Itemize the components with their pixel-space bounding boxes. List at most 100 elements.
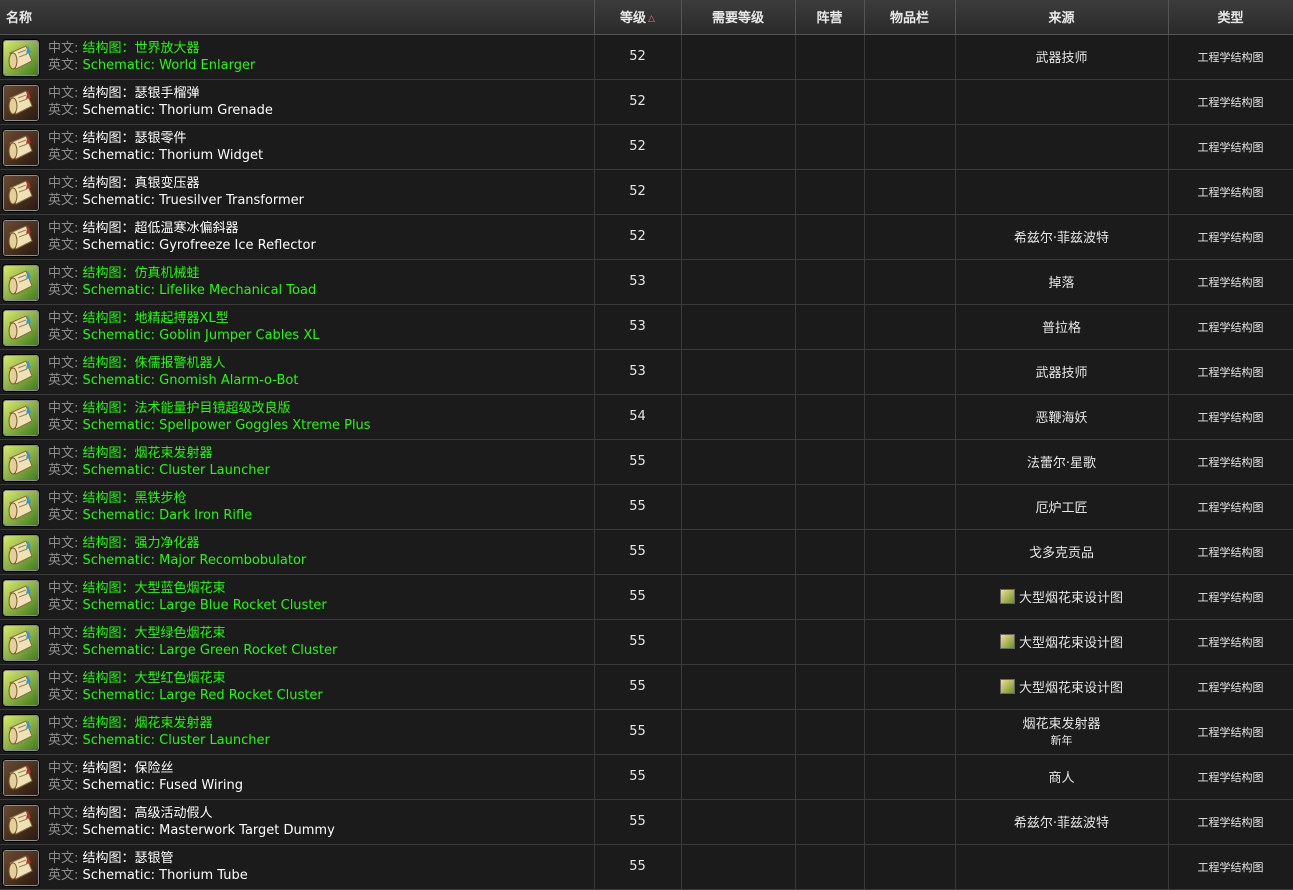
scroll-green-icon[interactable]	[3, 534, 39, 571]
type-cell[interactable]: 工程学结构图	[1168, 529, 1293, 575]
source-text[interactable]: 希兹尔·菲兹波特	[1014, 816, 1109, 831]
type-cell[interactable]: 工程学结构图	[1168, 34, 1293, 80]
type-cell[interactable]: 工程学结构图	[1168, 664, 1293, 710]
item-name-cn[interactable]: 结构图：大型红色烟花束	[83, 671, 226, 686]
item-name-cell[interactable]: 中文: 结构图：瑟银手榴弹 英文: Schematic: Thorium Gren…	[0, 79, 595, 125]
table-row[interactable]: 中文: 结构图：瑟银零件 英文: Schematic: Thorium Widge…	[0, 124, 1293, 170]
scroll-green-icon[interactable]	[3, 489, 39, 526]
table-row[interactable]: 中文: 结构图：法术能量护目镜超级改良版 英文: Schematic: Spell…	[0, 394, 1293, 440]
item-name-cn[interactable]: 结构图：瑟银管	[83, 851, 174, 866]
type-cell[interactable]: 工程学结构图	[1168, 79, 1293, 125]
column-header-name[interactable]: 名称	[0, 0, 595, 35]
type-cell[interactable]: 工程学结构图	[1168, 169, 1293, 215]
item-name-cn[interactable]: 结构图：高级活动假人	[83, 806, 213, 821]
item-name-cn[interactable]: 结构图：世界放大器	[83, 41, 200, 56]
item-name-en[interactable]: Schematic: Major Recombobulator	[83, 553, 307, 568]
source-text[interactable]: 商人	[1048, 771, 1074, 786]
type-cell[interactable]: 工程学结构图	[1168, 349, 1293, 395]
scroll-green-icon[interactable]	[3, 669, 39, 706]
item-name-cell[interactable]: 中文: 结构图：大型红色烟花束 英文: Schematic: Large Red …	[0, 664, 595, 710]
table-row[interactable]: 中文: 结构图：瑟银管 英文: Schematic: Thorium Tube 55…	[0, 844, 1293, 890]
source-text[interactable]: 大型烟花束设计图	[1019, 636, 1123, 651]
item-name-en[interactable]: Schematic: Masterwork Target Dummy	[83, 823, 335, 838]
type-cell[interactable]: 工程学结构图	[1168, 394, 1293, 440]
scroll-green-icon[interactable]	[3, 399, 39, 436]
item-name-cn[interactable]: 结构图：保险丝	[83, 761, 174, 776]
item-name-cell[interactable]: 中文: 结构图：超低温寒冰偏斜器 英文: Schematic: Gyrofreez…	[0, 214, 595, 260]
column-header-type[interactable]: 类型	[1168, 0, 1293, 35]
table-row[interactable]: 中文: 结构图：世界放大器 英文: Schematic: World Enlarg…	[0, 34, 1293, 80]
item-name-cell[interactable]: 中文: 结构图：强力净化器 英文: Schematic: Major Recomb…	[0, 529, 595, 575]
item-name-cell[interactable]: 中文: 结构图：地精起搏器XL型 英文: Schematic: Goblin Ju…	[0, 304, 595, 350]
item-name-en[interactable]: Schematic: Lifelike Mechanical Toad	[83, 283, 317, 298]
scroll-red-icon[interactable]	[3, 84, 39, 121]
scroll-green-icon[interactable]	[3, 444, 39, 481]
item-name-cn[interactable]: 结构图：瑟银零件	[83, 131, 187, 146]
scroll-green-icon[interactable]	[3, 39, 39, 76]
item-name-en[interactable]: Schematic: Large Blue Rocket Cluster	[83, 598, 327, 613]
type-cell[interactable]: 工程学结构图	[1168, 124, 1293, 170]
table-row[interactable]: 中文: 结构图：高级活动假人 英文: Schematic: Masterwork …	[0, 799, 1293, 845]
item-name-en[interactable]: Schematic: Thorium Grenade	[83, 103, 273, 118]
source-text[interactable]: 法蕾尔·星歌	[1027, 456, 1096, 471]
type-cell[interactable]: 工程学结构图	[1168, 304, 1293, 350]
scroll-red-icon[interactable]	[3, 849, 39, 886]
source-text[interactable]: 戈多克贡品	[1029, 546, 1094, 561]
table-row[interactable]: 中文: 结构图：仿真机械蛙 英文: Schematic: Lifelike Mec…	[0, 259, 1293, 305]
source-text[interactable]: 烟花束发射器	[1022, 717, 1100, 732]
table-row[interactable]: 中文: 结构图：烟花束发射器 英文: Schematic: Cluster Lau…	[0, 439, 1293, 485]
item-name-cell[interactable]: 中文: 结构图：仿真机械蛙 英文: Schematic: Lifelike Mec…	[0, 259, 595, 305]
table-row[interactable]: 中文: 结构图：地精起搏器XL型 英文: Schematic: Goblin Ju…	[0, 304, 1293, 350]
column-header-req-level[interactable]: 需要等级	[681, 0, 796, 35]
table-row[interactable]: 中文: 结构图：黑铁步枪 英文: Schematic: Dark Iron Rif…	[0, 484, 1293, 530]
item-name-en[interactable]: Schematic: Thorium Tube	[83, 868, 248, 883]
item-name-cell[interactable]: 中文: 结构图：法术能量护目镜超级改良版 英文: Schematic: Spell…	[0, 394, 595, 440]
item-name-cell[interactable]: 中文: 结构图：大型绿色烟花束 英文: Schematic: Large Gree…	[0, 619, 595, 665]
column-header-slot[interactable]: 物品栏	[864, 0, 956, 35]
scroll-green-icon[interactable]	[3, 624, 39, 661]
item-name-cell[interactable]: 中文: 结构图：瑟银零件 英文: Schematic: Thorium Widge…	[0, 124, 595, 170]
type-cell[interactable]: 工程学结构图	[1168, 799, 1293, 845]
item-name-cn[interactable]: 结构图：真银变压器	[83, 176, 200, 191]
table-row[interactable]: 中文: 结构图：烟花束发射器 英文: Schematic: Cluster Lau…	[0, 709, 1293, 755]
item-name-en[interactable]: Schematic: Thorium Widget	[83, 148, 264, 163]
type-cell[interactable]: 工程学结构图	[1168, 439, 1293, 485]
scroll-red-icon[interactable]	[3, 804, 39, 841]
item-name-cn[interactable]: 结构图：强力净化器	[83, 536, 200, 551]
type-cell[interactable]: 工程学结构图	[1168, 754, 1293, 800]
table-row[interactable]: 中文: 结构图：大型红色烟花束 英文: Schematic: Large Red …	[0, 664, 1293, 710]
type-cell[interactable]: 工程学结构图	[1168, 484, 1293, 530]
item-name-cn[interactable]: 结构图：侏儒报警机器人	[83, 356, 226, 371]
table-row[interactable]: 中文: 结构图：大型蓝色烟花束 英文: Schematic: Large Blue…	[0, 574, 1293, 620]
item-name-cell[interactable]: 中文: 结构图：世界放大器 英文: Schematic: World Enlarg…	[0, 34, 595, 80]
item-name-cell[interactable]: 中文: 结构图：烟花束发射器 英文: Schematic: Cluster Lau…	[0, 439, 595, 485]
item-name-cn[interactable]: 结构图：超低温寒冰偏斜器	[83, 221, 239, 236]
item-name-en[interactable]: Schematic: Cluster Launcher	[83, 463, 270, 478]
item-name-cn[interactable]: 结构图：法术能量护目镜超级改良版	[83, 401, 291, 416]
item-name-cn[interactable]: 结构图：黑铁步枪	[83, 491, 187, 506]
item-name-en[interactable]: Schematic: World Enlarger	[83, 58, 256, 73]
item-name-cn[interactable]: 结构图：地精起搏器XL型	[83, 311, 229, 326]
item-name-cn[interactable]: 结构图：大型绿色烟花束	[83, 626, 226, 641]
source-text[interactable]: 武器技师	[1035, 366, 1087, 381]
type-cell[interactable]: 工程学结构图	[1168, 619, 1293, 665]
table-row[interactable]: 中文: 结构图：保险丝 英文: Schematic: Fused Wiring 55…	[0, 754, 1293, 800]
type-cell[interactable]: 工程学结构图	[1168, 259, 1293, 305]
item-name-en[interactable]: Schematic: Large Green Rocket Cluster	[83, 643, 338, 658]
item-name-cn[interactable]: 结构图：仿真机械蛙	[83, 266, 200, 281]
source-text[interactable]: 普拉格	[1042, 321, 1081, 336]
column-header-source[interactable]: 来源	[955, 0, 1169, 35]
item-name-en[interactable]: Schematic: Large Red Rocket Cluster	[83, 688, 323, 703]
item-name-en[interactable]: Schematic: Dark Iron Rifle	[83, 508, 253, 523]
item-name-cell[interactable]: 中文: 结构图：瑟银管 英文: Schematic: Thorium Tube	[0, 844, 595, 890]
source-text[interactable]: 希兹尔·菲兹波特	[1014, 231, 1109, 246]
scroll-red-icon[interactable]	[3, 174, 39, 211]
item-name-en[interactable]: Schematic: Gnomish Alarm-o-Bot	[83, 373, 299, 388]
table-row[interactable]: 中文: 结构图：真银变压器 英文: Schematic: Truesilver T…	[0, 169, 1293, 215]
scroll-green-icon[interactable]	[3, 579, 39, 616]
type-cell[interactable]: 工程学结构图	[1168, 214, 1293, 260]
item-name-cell[interactable]: 中文: 结构图：黑铁步枪 英文: Schematic: Dark Iron Rif…	[0, 484, 595, 530]
source-text[interactable]: 掉落	[1048, 276, 1074, 291]
item-name-cn[interactable]: 结构图：烟花束发射器	[83, 446, 213, 461]
type-cell[interactable]: 工程学结构图	[1168, 844, 1293, 890]
